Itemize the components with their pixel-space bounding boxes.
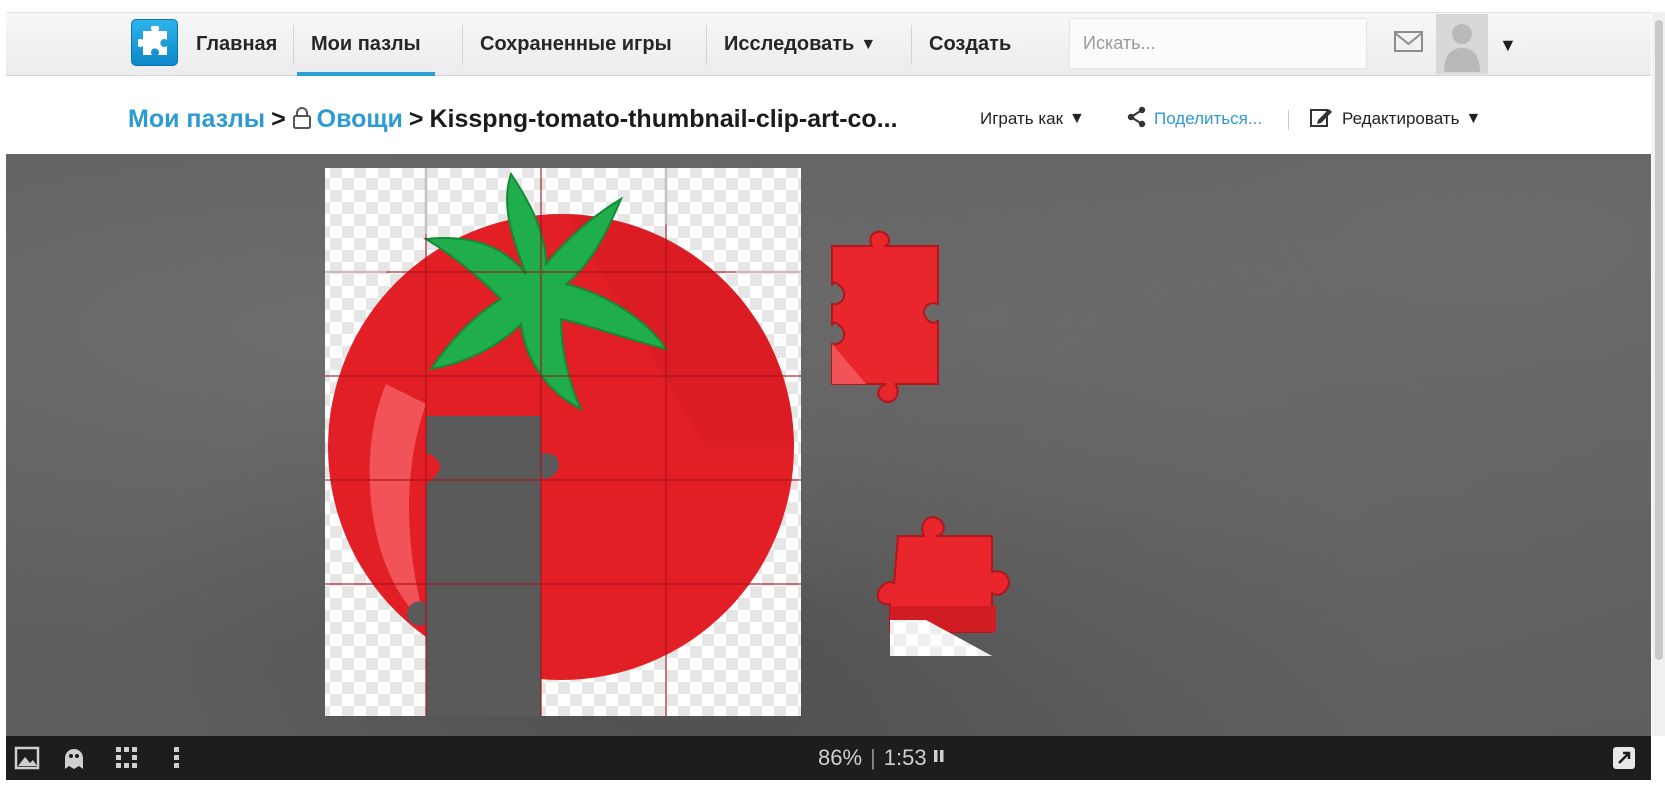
share-icon (1127, 106, 1146, 128)
nav-create[interactable]: Создать (929, 13, 1011, 75)
play-as-dropdown[interactable]: Играть как ▼ (980, 101, 1085, 137)
assembled-pieces (325, 168, 801, 716)
search-input[interactable] (1069, 18, 1367, 69)
fullscreen-icon[interactable] (1611, 745, 1637, 771)
share-button[interactable]: Поделиться... (1126, 101, 1262, 137)
grid-icon[interactable] (114, 745, 140, 771)
breadcrumb-separator: > (271, 105, 286, 133)
bottom-toolbar: 86% | 1:53 (6, 736, 1651, 780)
puzzle-canvas[interactable] (6, 154, 1651, 736)
nav-divider (911, 25, 912, 65)
page-title: Kisspng-tomato-thumbnail-clip-art-co... (429, 105, 898, 133)
timer: 1:53 (883, 745, 927, 770)
breadcrumb-my-puzzles[interactable]: Мои пазлы (128, 105, 265, 133)
nav-divider (462, 25, 463, 65)
nav-saved-games[interactable]: Сохраненные игры (480, 13, 672, 75)
edit-dropdown[interactable]: Редактировать ▼ (1310, 101, 1481, 137)
ghost-image-icon[interactable] (61, 745, 87, 771)
nav-explore[interactable]: Исследовать ▼ (724, 13, 876, 75)
avatar[interactable] (1436, 14, 1488, 74)
caret-down-icon: ▼ (1465, 110, 1482, 127)
pause-icon[interactable] (933, 748, 945, 764)
play-as-label: Играть как (980, 109, 1064, 128)
scrollbar-thumb[interactable] (1655, 20, 1663, 660)
status-divider: | (870, 745, 876, 770)
puzzle-board[interactable] (6, 154, 1651, 736)
nav-my-puzzles[interactable]: Мои пазлы (297, 13, 435, 76)
game-status: 86% | 1:53 (818, 736, 945, 780)
caret-down-icon: ▼ (860, 36, 877, 53)
nav-divider (706, 25, 707, 65)
user-silhouette-icon (1444, 24, 1480, 72)
loose-puzzle-piece[interactable] (876, 516, 1010, 656)
nav-explore-label: Исследовать (724, 33, 855, 55)
vertical-dots-icon[interactable] (172, 745, 182, 771)
breadcrumb-folder[interactable]: Овощи (317, 105, 403, 133)
top-navigation-bar: Главная Мои пазлы Сохраненные игры Иссле… (6, 12, 1651, 76)
nav-home[interactable]: Главная (196, 13, 277, 75)
pencil-icon (1310, 109, 1332, 127)
action-divider (1288, 110, 1289, 130)
account-menu-caret-icon[interactable]: ▼ (1499, 35, 1517, 56)
edit-label: Редактировать (1342, 109, 1460, 128)
lock-icon (292, 107, 311, 129)
share-label: Поделиться... (1154, 109, 1263, 128)
image-icon[interactable] (14, 745, 40, 771)
breadcrumb: Мои пазлы > Овощи > Kisspng-tomato-thumbnai… (128, 101, 898, 137)
loose-puzzle-piece[interactable] (831, 230, 939, 403)
completion-percent: 86% (818, 745, 863, 770)
nav-divider (293, 25, 294, 65)
breadcrumb-separator: > (408, 105, 424, 133)
puzzle-logo-icon[interactable] (131, 19, 178, 66)
envelope-icon[interactable] (1394, 30, 1424, 54)
caret-down-icon: ▼ (1069, 110, 1085, 127)
